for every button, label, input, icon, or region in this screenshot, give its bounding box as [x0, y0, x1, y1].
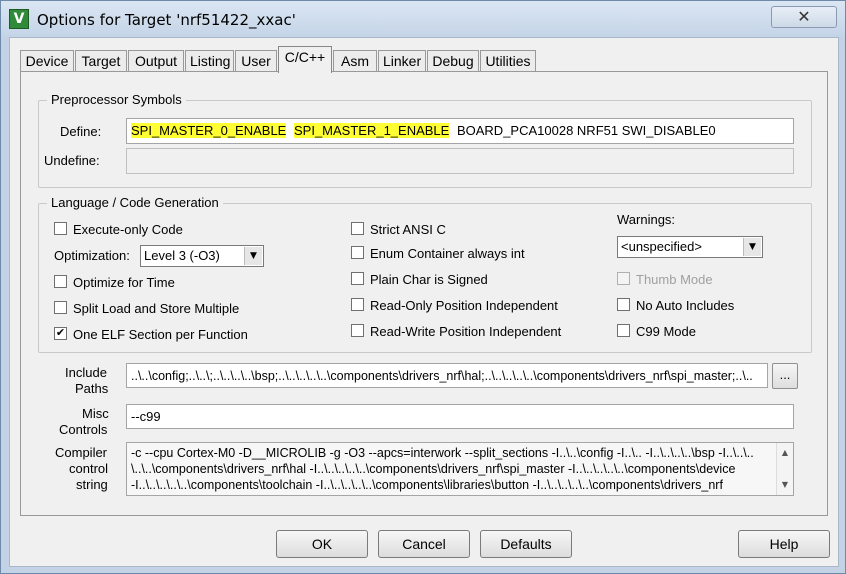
define-rest: BOARD_PCA10028 NRF51 SWI_DISABLE0	[456, 123, 716, 138]
strict-ansi-label: Strict ANSI C	[370, 222, 446, 238]
language-group-title: Language / Code Generation	[47, 195, 223, 210]
tab-linker[interactable]: Linker	[378, 50, 426, 72]
tab-listing[interactable]: Listing	[185, 50, 234, 72]
tab-target[interactable]: Target	[75, 50, 127, 72]
tab-asm[interactable]: Asm	[333, 50, 377, 72]
checkbox-box	[351, 222, 364, 236]
checkbox-box	[54, 275, 67, 289]
one-elf-checkbox[interactable]: ✔ One ELF Section per Function	[54, 326, 248, 344]
optimize-time-checkbox[interactable]: Optimize for Time	[54, 274, 175, 292]
defaults-button[interactable]: Defaults	[480, 530, 572, 558]
optimization-value: Level 3 (-O3)	[144, 248, 220, 263]
checkbox-box	[351, 246, 364, 260]
tab-c-cpp[interactable]: C/C++	[278, 46, 332, 73]
scroll-up-icon[interactable]: ▲	[777, 445, 793, 461]
checkbox-box	[351, 298, 364, 312]
tab-device[interactable]: Device	[20, 50, 74, 72]
compiler-control-string[interactable]: -c --cpu Cortex-M0 -D__MICROLIB -g -O3 -…	[126, 442, 794, 496]
misc-label-2: Controls	[59, 422, 108, 437]
include-browse-button[interactable]: ...	[772, 363, 798, 389]
undefine-input[interactable]	[126, 148, 794, 174]
include-paths-input[interactable]: ..\..\config;..\..\;..\..\..\..\bsp;..\.…	[126, 363, 768, 388]
compiler-line: -c --cpu Cortex-M0 -D__MICROLIB -g -O3 -…	[131, 446, 754, 460]
warnings-select[interactable]: <unspecified> ▼	[617, 236, 763, 258]
execute-only-checkbox[interactable]: Execute-only Code	[54, 221, 183, 239]
thumb-mode-label: Thumb Mode	[636, 272, 713, 288]
ro-pi-label: Read-Only Position Independent	[370, 298, 558, 314]
warnings-value: <unspecified>	[621, 239, 702, 254]
undefine-label: Undefine:	[44, 153, 100, 168]
checkbox-box	[54, 222, 67, 236]
no-auto-includes-checkbox[interactable]: No Auto Includes	[617, 297, 734, 315]
close-icon: ✕	[797, 7, 811, 26]
include-label-2: Paths	[75, 381, 109, 396]
one-elf-label: One ELF Section per Function	[73, 327, 248, 343]
keil-app-icon: V	[9, 9, 29, 29]
checkbox-box	[617, 272, 630, 286]
optimize-time-label: Optimize for Time	[73, 275, 175, 291]
split-load-checkbox[interactable]: Split Load and Store Multiple	[54, 300, 239, 318]
title-bar[interactable]: V Options for Target 'nrf51422_xxac' ✕	[1, 1, 845, 37]
enum-container-checkbox[interactable]: Enum Container always int	[351, 245, 525, 263]
tab-utilities[interactable]: Utilities	[480, 50, 536, 72]
define-label: Define:	[60, 124, 102, 139]
cancel-button[interactable]: Cancel	[378, 530, 470, 558]
c99-mode-checkbox[interactable]: C99 Mode	[617, 323, 696, 341]
scroll-down-icon[interactable]: ▼	[777, 477, 793, 493]
plain-char-checkbox[interactable]: Plain Char is Signed	[351, 271, 488, 289]
compiler-line: -I..\..\..\..\..\components\toolchain -I…	[131, 478, 723, 492]
rw-pi-checkbox[interactable]: Read-Write Position Independent	[351, 323, 561, 341]
window-title: Options for Target 'nrf51422_xxac'	[37, 11, 296, 29]
tab-user[interactable]: User	[235, 50, 277, 72]
compiler-label-3: string	[76, 477, 108, 492]
enum-container-label: Enum Container always int	[370, 246, 525, 262]
help-button[interactable]: Help	[738, 530, 830, 558]
tab-output[interactable]: Output	[128, 50, 184, 72]
ok-button[interactable]: OK	[276, 530, 368, 558]
define-highlight-1: SPI_MASTER_0_ENABLE	[131, 123, 287, 138]
include-label-1: Include	[65, 365, 107, 380]
chevron-down-icon[interactable]: ▼	[743, 238, 761, 256]
checkbox-box	[617, 298, 630, 312]
checkbox-box	[617, 324, 630, 338]
preprocessor-group-title: Preprocessor Symbols	[47, 92, 186, 107]
c99-mode-label: C99 Mode	[636, 324, 696, 340]
tab-debug[interactable]: Debug	[427, 50, 479, 72]
language-group: Language / Code Generation Execute-only …	[38, 195, 812, 353]
chevron-down-icon[interactable]: ▼	[244, 247, 262, 265]
misc-label-1: Misc	[82, 406, 109, 421]
close-button[interactable]: ✕	[771, 6, 837, 28]
misc-controls-input[interactable]: --c99	[126, 404, 794, 429]
dialog-client: Device Target Output Listing User C/C++ …	[9, 37, 839, 567]
rw-pi-label: Read-Write Position Independent	[370, 324, 562, 340]
thumb-mode-checkbox: Thumb Mode	[617, 271, 713, 289]
optimization-select[interactable]: Level 3 (-O3) ▼	[140, 245, 264, 267]
split-load-label: Split Load and Store Multiple	[73, 301, 240, 317]
compiler-label-1: Compiler	[55, 445, 108, 460]
c-cpp-tab-page: Preprocessor Symbols Define: SPI_MASTER_…	[20, 71, 828, 516]
compiler-scrollbar[interactable]: ▲ ▼	[776, 443, 793, 495]
check-icon: ✔	[54, 327, 67, 341]
no-auto-includes-label: No Auto Includes	[636, 298, 735, 314]
preprocessor-group: Preprocessor Symbols Define: SPI_MASTER_…	[38, 92, 812, 188]
define-input[interactable]: SPI_MASTER_0_ENABLE SPI_MASTER_1_ENABLE …	[126, 118, 794, 144]
checkbox-box	[54, 301, 67, 315]
checkbox-box	[351, 272, 364, 286]
options-dialog: V Options for Target 'nrf51422_xxac' ✕ D…	[0, 0, 846, 574]
optimization-label: Optimization:	[54, 248, 130, 263]
ro-pi-checkbox[interactable]: Read-Only Position Independent	[351, 297, 558, 315]
checkbox-box	[351, 324, 364, 338]
warnings-label: Warnings:	[617, 212, 676, 227]
plain-char-label: Plain Char is Signed	[370, 272, 488, 288]
define-highlight-2: SPI_MASTER_1_ENABLE	[293, 123, 450, 138]
execute-only-label: Execute-only Code	[73, 222, 183, 238]
compiler-label-2: control	[69, 461, 109, 476]
strict-ansi-checkbox[interactable]: Strict ANSI C	[351, 221, 446, 239]
compiler-line: \..\..\components\drivers_nrf\hal -I..\.…	[131, 462, 736, 476]
